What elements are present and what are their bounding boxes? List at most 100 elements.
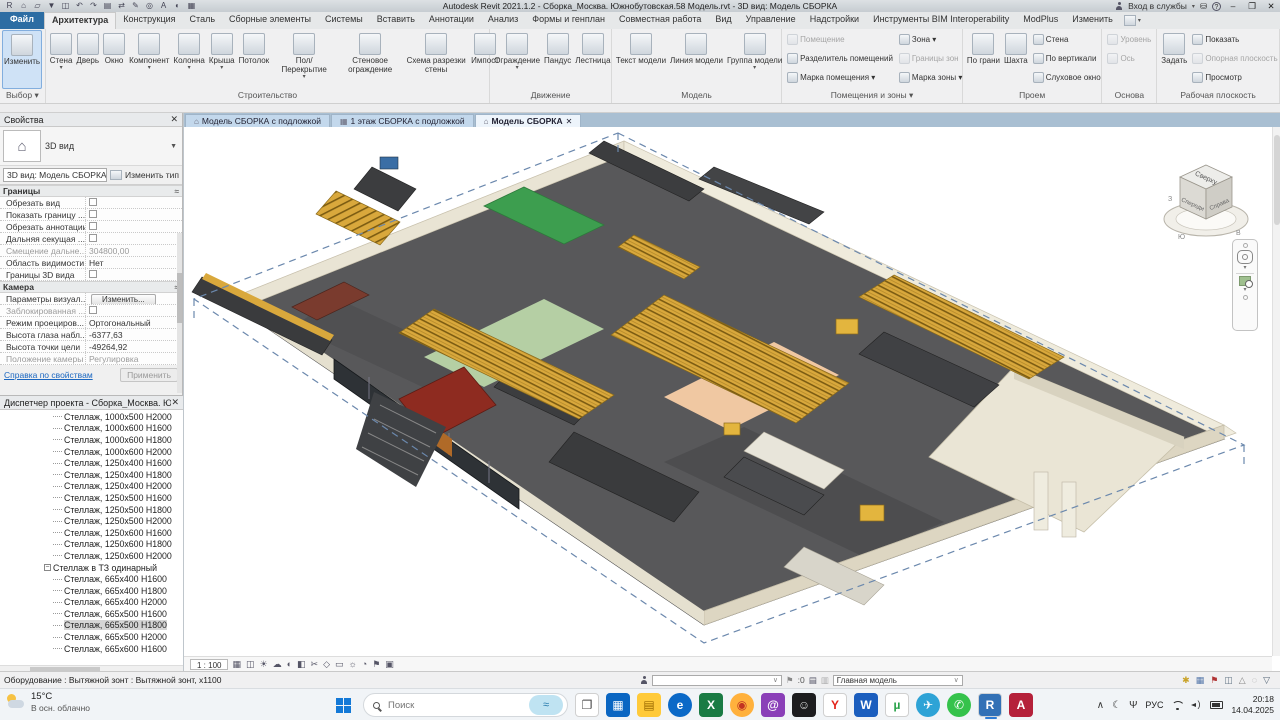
- property-row[interactable]: Обрезать аннотации: [0, 221, 182, 233]
- taskbar-app-icon[interactable]: e: [668, 693, 692, 717]
- ribbon-tab[interactable]: Аннотации: [422, 12, 481, 29]
- tree-item[interactable]: Стеллаж, 1250x500 H2000: [0, 515, 183, 527]
- steering-wheel-icon[interactable]: [1237, 250, 1253, 264]
- tree-item[interactable]: Стеллаж, 1250x400 H1600: [0, 457, 183, 469]
- navbar-settings-icon[interactable]: [1243, 295, 1248, 300]
- ribbon-button[interactable]: Потолок: [237, 30, 272, 89]
- property-row[interactable]: Высота точки цели -49264,92: [0, 341, 182, 353]
- zoom-tool-icon[interactable]: [1239, 276, 1251, 286]
- property-row[interactable]: Режим проециров... Ортогональный: [0, 317, 182, 329]
- ribbon-button[interactable]: Помещение: [784, 30, 896, 49]
- restore-button[interactable]: ❐: [1245, 1, 1259, 12]
- ribbon-button[interactable]: Задать: [1159, 30, 1189, 89]
- view-control-icon[interactable]: ◔: [362, 658, 367, 671]
- property-checkbox[interactable]: [89, 234, 97, 242]
- ribbon-button[interactable]: Текст модели: [614, 30, 668, 89]
- property-edit-button[interactable]: Изменить...: [91, 294, 156, 304]
- qat-icon[interactable]: ✎: [130, 1, 141, 11]
- taskbar-app-icon[interactable]: µ: [885, 693, 909, 717]
- ribbon-tab[interactable]: Системы: [318, 12, 370, 29]
- taskbar-app-icon[interactable]: A: [1009, 693, 1033, 717]
- navigation-bar[interactable]: ▾ ▾: [1232, 239, 1258, 331]
- taskbar-app-icon[interactable]: @: [761, 693, 785, 717]
- design-options-icon[interactable]: ▤: [809, 675, 817, 686]
- zoom-dropdown-icon[interactable]: ▾: [1243, 288, 1246, 293]
- tree-item[interactable]: Стеллаж, 1250x600 H1800: [0, 539, 183, 551]
- status-filter-icon[interactable]: ✱: [1182, 675, 1190, 686]
- ribbon-group-label[interactable]: Модель: [614, 89, 779, 102]
- ribbon-tab[interactable]: Конструкция: [116, 12, 182, 29]
- ribbon-button[interactable]: Слуховое окно: [1030, 68, 1104, 87]
- signin-button[interactable]: Вход в службы: [1128, 1, 1187, 11]
- view-control-icon[interactable]: ✂: [311, 658, 319, 671]
- view-control-icon[interactable]: ▭: [335, 658, 344, 671]
- section-collapse-icon[interactable]: ≈: [175, 187, 179, 196]
- ribbon-button[interactable]: Группа модели ▾: [725, 30, 784, 89]
- search-box[interactable]: ≈: [363, 693, 568, 717]
- weather-widget[interactable]: 15°C В осн. облачно: [6, 692, 90, 713]
- ribbon-button[interactable]: Уровень: [1104, 30, 1154, 49]
- qat-icon[interactable]: ↶: [74, 1, 85, 11]
- ribbon-button[interactable]: Колонна ▾: [171, 30, 206, 89]
- qat-icon[interactable]: ◎: [144, 1, 155, 11]
- taskbar-app-icon[interactable]: W: [854, 693, 878, 717]
- ribbon-tab[interactable]: Совместная работа: [612, 12, 708, 29]
- view-control-icon[interactable]: ◇: [323, 658, 330, 671]
- property-row[interactable]: Область видимости Нет: [0, 257, 182, 269]
- tree-item[interactable]: Стеллаж, 1250x500 H1600: [0, 492, 183, 504]
- ribbon-button[interactable]: Шахта: [1002, 30, 1030, 89]
- view-cube[interactable]: Сверху Спереди Справа З Ю В: [1164, 165, 1248, 241]
- ribbon-tab[interactable]: Вид: [708, 12, 738, 29]
- taskbar-app-icon[interactable]: ▤: [637, 693, 661, 717]
- ribbon-button[interactable]: Ограждение ▾: [492, 30, 542, 89]
- tab-file[interactable]: Файл: [0, 12, 44, 29]
- ribbon-tab[interactable]: Инструменты BIM Interoperability: [866, 12, 1016, 29]
- tree-item[interactable]: Стеллаж, 665x400 H1800: [0, 585, 183, 597]
- qat-icon[interactable]: ◫: [60, 1, 71, 11]
- ribbon-button[interactable]: Схема разрезки стены: [403, 30, 469, 89]
- ribbon-group-label[interactable]: Строительство: [48, 89, 487, 102]
- tree-item[interactable]: Стеллаж, 1250x600 H2000: [0, 550, 183, 562]
- language-indicator[interactable]: РУС: [1145, 700, 1163, 710]
- taskbar-app-icon[interactable]: ✆: [947, 693, 971, 717]
- ribbon-tab[interactable]: Сталь: [183, 12, 222, 29]
- volume-icon[interactable]: [1191, 701, 1202, 710]
- tree-item[interactable]: Стеллаж, 665x400 H1600: [0, 573, 183, 585]
- ribbon-tab[interactable]: Архитектура: [44, 12, 116, 29]
- view-control-icon[interactable]: ◧: [297, 658, 306, 671]
- property-checkbox[interactable]: [89, 222, 97, 230]
- qat-icon[interactable]: ◐: [172, 1, 183, 11]
- tray-chevron-icon[interactable]: ∧: [1097, 700, 1104, 711]
- view-type-select[interactable]: 3D вид: Модель СБОРКА∨: [3, 168, 107, 182]
- tree-item[interactable]: Стеллаж, 665x400 H2000: [0, 597, 183, 609]
- status-filter-icon[interactable]: ▦: [1196, 675, 1205, 686]
- property-checkbox[interactable]: [89, 198, 97, 206]
- ribbon-button[interactable]: Показать: [1189, 30, 1280, 49]
- property-row[interactable]: Границы 3D вида: [0, 269, 182, 281]
- status-filter-icon[interactable]: △: [1239, 675, 1246, 686]
- view-control-icon[interactable]: ⚑: [372, 658, 380, 671]
- ribbon-button[interactable]: По вертикали: [1030, 49, 1104, 68]
- microphone-icon[interactable]: Ψ: [1129, 700, 1137, 711]
- property-row[interactable]: Дальняя секущая ...: [0, 233, 182, 245]
- view-control-icon[interactable]: ▦: [232, 658, 241, 671]
- ribbon-tab[interactable]: Формы и генплан: [525, 12, 612, 29]
- ribbon-button[interactable]: Крыша ▾: [207, 30, 237, 89]
- ribbon-button[interactable]: Пол/Перекрытие ▾: [271, 30, 337, 89]
- ribbon-group-label[interactable]: Выбор ▾: [2, 89, 43, 102]
- 3d-view[interactable]: Сверху Спереди Справа З Ю В ▾ ▾: [184, 127, 1272, 656]
- minimize-button[interactable]: –: [1226, 1, 1240, 11]
- signin-dropdown-icon[interactable]: ▾: [1192, 3, 1195, 10]
- do-not-disturb-icon[interactable]: ☾: [1112, 700, 1121, 711]
- ribbon-button[interactable]: Стена ▾: [48, 30, 75, 89]
- properties-scrollbar[interactable]: [177, 233, 182, 393]
- taskbar-app-icon[interactable]: R: [978, 693, 1002, 717]
- tree-item[interactable]: Стеллаж, 1250x400 H1800: [0, 469, 183, 481]
- ribbon-button[interactable]: Марка зоны ▾: [896, 68, 965, 87]
- search-input[interactable]: [386, 699, 523, 712]
- property-row[interactable]: Смещение дальне... 304800,00: [0, 245, 182, 257]
- view-tab[interactable]: ⌂ Модель СБОРКА с подложкой: [185, 114, 330, 127]
- ribbon-button[interactable]: Разделитель помещений: [784, 49, 896, 68]
- tree-item[interactable]: Стеллаж, 1250x600 H1600: [0, 527, 183, 539]
- status-filter-icon[interactable]: ▽: [1263, 675, 1270, 686]
